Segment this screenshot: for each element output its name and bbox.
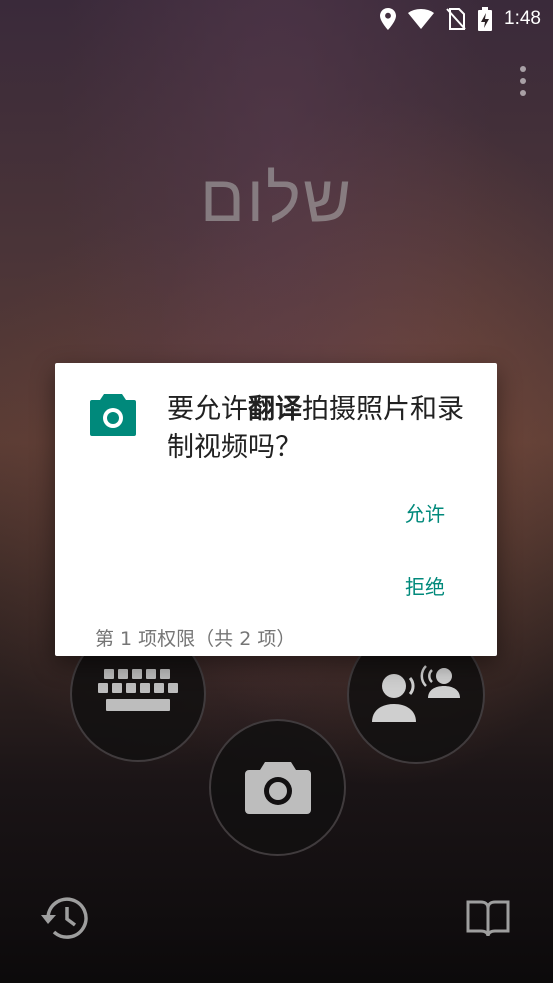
deny-button[interactable]: 拒绝 xyxy=(405,571,445,600)
source-word: שלום xyxy=(199,161,354,235)
camera-icon xyxy=(244,761,311,814)
dialog-title: 要允许翻译拍摄照片和录制视频吗？ xyxy=(167,391,482,467)
camera-button[interactable] xyxy=(209,719,346,856)
overflow-menu-icon[interactable] xyxy=(519,66,527,96)
title-app-name: 翻译 xyxy=(248,394,302,425)
status-time: 1:48 xyxy=(504,8,541,29)
status-bar: 1:48 xyxy=(0,0,553,38)
battery-charging-icon xyxy=(478,7,493,31)
location-icon xyxy=(380,8,397,30)
no-sim-icon xyxy=(446,8,466,30)
permission-dialog: 要允许翻译拍摄照片和录制视频吗？ 允许 拒绝 第 1 项权限（共 2 项） xyxy=(55,363,497,656)
permission-counter: 第 1 项权限（共 2 项） xyxy=(95,628,296,650)
camera-icon xyxy=(90,394,136,436)
conversation-icon xyxy=(372,665,460,722)
title-prefix: 要允许 xyxy=(167,394,248,425)
allow-button[interactable]: 允许 xyxy=(405,498,445,527)
keyboard-icon xyxy=(98,669,178,711)
wifi-icon xyxy=(408,9,435,29)
history-icon[interactable] xyxy=(40,895,88,945)
phrasebook-icon[interactable] xyxy=(465,898,511,942)
